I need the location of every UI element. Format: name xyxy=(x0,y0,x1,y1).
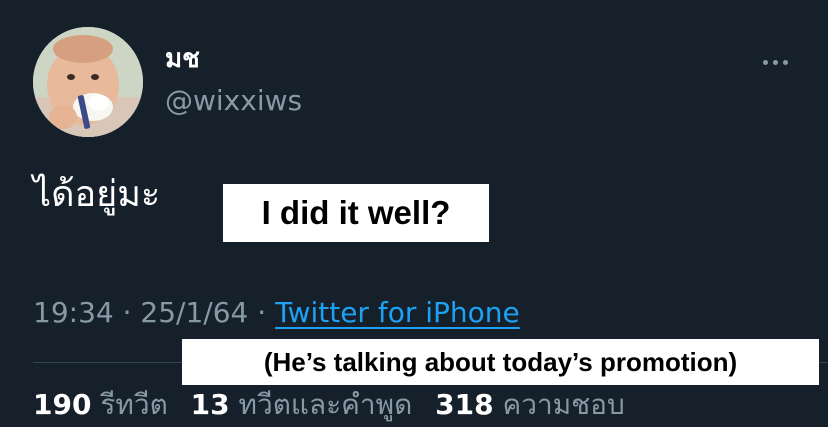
translation-caption: I did it well? xyxy=(223,184,489,242)
username[interactable]: @wixxiws xyxy=(165,84,302,118)
tweet-source-link[interactable]: Twitter for iPhone xyxy=(275,296,520,329)
retweets-stat[interactable]: 190 รีทวีต xyxy=(33,388,177,421)
tweet-date: 25/1/64 xyxy=(140,296,249,329)
more-dot xyxy=(772,59,778,65)
quote-tweets-count: 13 xyxy=(190,388,230,421)
quote-tweets-stat[interactable]: 13 ทวีตและคำพูด xyxy=(191,388,421,421)
more-horizontal-icon[interactable] xyxy=(755,47,795,77)
meta-separator: · xyxy=(257,296,267,329)
quote-tweets-label: ทวีตและคำพูด xyxy=(238,388,413,421)
likes-stat[interactable]: 318 ความชอบ xyxy=(435,388,625,421)
likes-count: 318 xyxy=(435,388,494,421)
note-caption: (He’s talking about today’s promotion) xyxy=(182,339,819,385)
more-dot xyxy=(782,59,788,65)
retweets-count: 190 xyxy=(33,388,92,421)
avatar[interactable] xyxy=(33,27,143,137)
tweet-time: 19:34 xyxy=(33,296,114,329)
tweet-stats: 190 รีทวีต 13 ทวีตและคำพูด 318 ความชอบ xyxy=(33,385,639,425)
retweets-label: รีทวีต xyxy=(100,388,168,421)
likes-label: ความชอบ xyxy=(502,388,625,421)
tweet-meta: 19:34 · 25/1/64 · Twitter for iPhone xyxy=(33,293,520,333)
more-dot xyxy=(762,59,768,65)
meta-separator: · xyxy=(122,296,132,329)
display-name[interactable]: มช xyxy=(165,44,200,74)
baby-avatar-photo xyxy=(33,27,143,137)
tweet-text: ได้อยู่มะ xyxy=(33,174,161,215)
